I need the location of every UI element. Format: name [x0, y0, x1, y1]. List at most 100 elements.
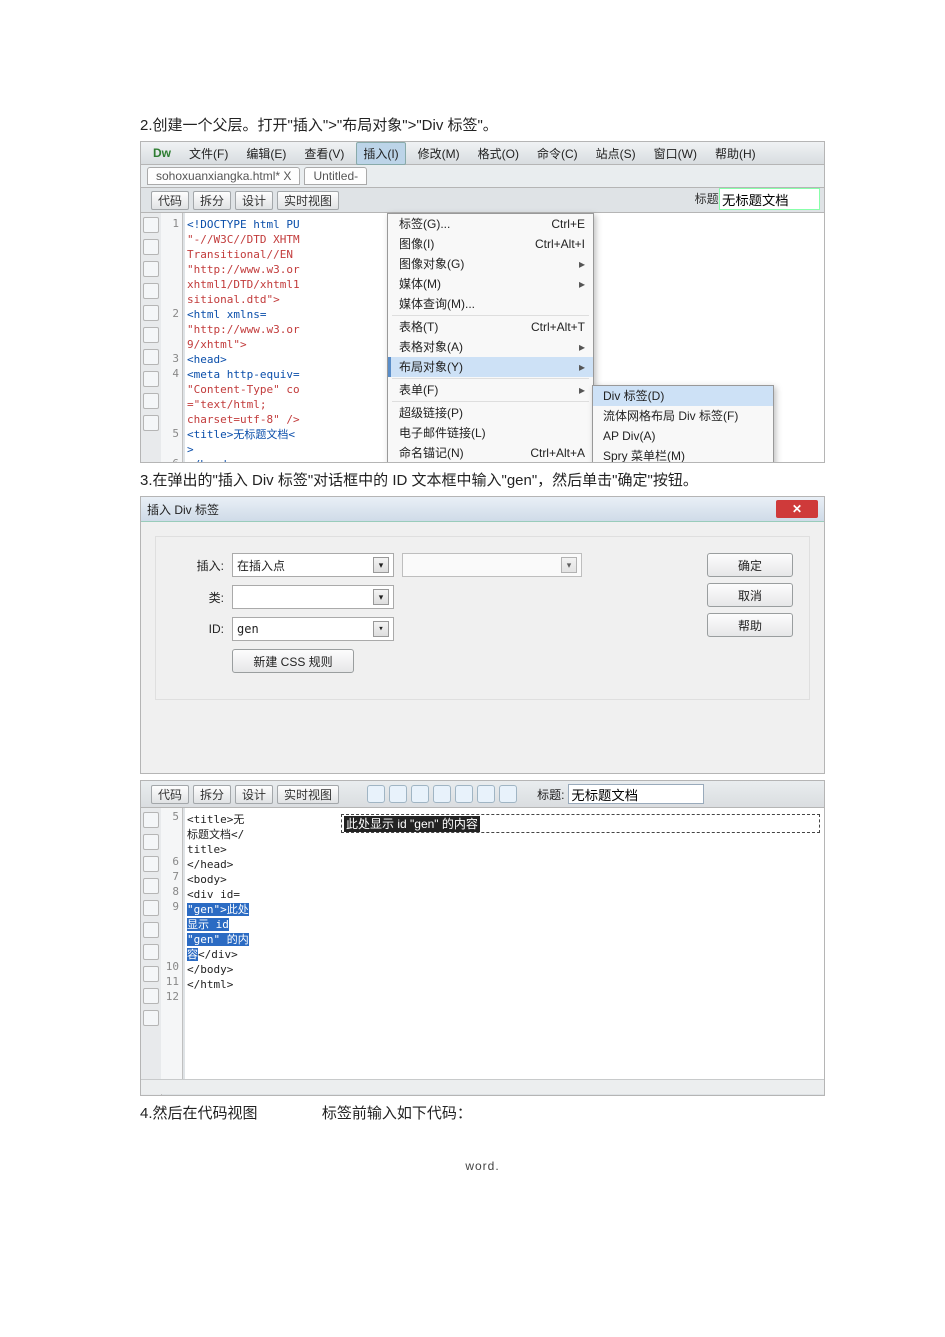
mi-media-query: 媒体查询(M)... [388, 294, 593, 314]
btn-ok[interactable]: 确定 [707, 553, 793, 577]
sm-ap-div[interactable]: AP Div(A) [593, 426, 773, 446]
menu-separator [392, 401, 589, 402]
btn-split-view[interactable]: 拆分 [193, 191, 231, 210]
combo-id[interactable]: gen ▾ [232, 617, 394, 641]
chevron-down-icon[interactable]: ▾ [373, 621, 389, 637]
close-button[interactable]: ✕ [776, 500, 818, 518]
btn-help[interactable]: 帮助 [707, 613, 793, 637]
btn-live-view[interactable]: 实时视图 [277, 785, 339, 804]
screenshot-split-view: 代码 拆分 设计 实时视图 标题: 56789101112 <title [140, 780, 825, 1096]
page-footer: word. [140, 1159, 825, 1173]
tool-icon[interactable] [143, 239, 159, 255]
combo-insert[interactable]: 在插入点 ▾ [232, 553, 394, 577]
tool-icon[interactable] [143, 415, 159, 431]
btn-live-view[interactable]: 实时视图 [277, 191, 339, 210]
app-menubar[interactable]: Dw 文件(F) 编辑(E) 查看(V) 插入(I) 修改(M) 格式(O) 命… [141, 142, 824, 165]
dialog-titlebar[interactable]: 插入 Div 标签 ✕ [141, 497, 824, 522]
sm-spry-menubar[interactable]: Spry 菜单栏(M) [593, 446, 773, 463]
preview-div-gen[interactable]: 此处显示 id "gen" 的内容 [341, 814, 820, 833]
tool-icon[interactable] [411, 785, 429, 803]
insert-menu-dropdown[interactable]: 标签(G)...Ctrl+E 图像(I)Ctrl+Alt+I 图像对象(G) 媒… [387, 213, 594, 463]
view-toolbar: 代码 拆分 设计 实时视图 标题: [141, 781, 824, 808]
tool-icon[interactable] [143, 1010, 159, 1026]
menu-view[interactable]: 查看(V) [298, 143, 350, 164]
design-preview[interactable]: 此处显示 id "gen" 的内容 [337, 808, 824, 1080]
chevron-down-icon[interactable]: ▾ [561, 557, 577, 573]
tool-icon[interactable] [143, 922, 159, 938]
screenshot-dreamweaver-menu: Dw 文件(F) 编辑(E) 查看(V) 插入(I) 修改(M) 格式(O) 命… [140, 141, 825, 463]
tool-icon[interactable] [143, 812, 159, 828]
chevron-down-icon[interactable]: ▾ [373, 557, 389, 573]
tool-icon[interactable] [477, 785, 495, 803]
btn-code-view[interactable]: 代码 [151, 191, 189, 210]
mi-tag: 标签(G)...Ctrl+E [388, 214, 593, 234]
label-class: 类: [180, 589, 224, 606]
menu-separator [392, 315, 589, 316]
document-tabs: sohoxuanxiangka.html* X Untitled- [141, 165, 824, 188]
close-icon[interactable]: X [283, 169, 291, 183]
menu-modify[interactable]: 修改(M) [412, 143, 466, 164]
sm-fluid-div[interactable]: 流体网格布局 Div 标签(F) [593, 406, 773, 426]
mi-hyperlink: 超级链接(P) [388, 403, 593, 423]
title-input[interactable] [719, 188, 820, 210]
combo-class[interactable]: ▾ [232, 585, 394, 609]
sm-div-tag[interactable]: Div 标签(D) [593, 386, 773, 406]
tool-icon[interactable] [143, 393, 159, 409]
tool-icon[interactable] [143, 966, 159, 982]
line-gutter: 123456 [161, 213, 183, 463]
menu-format[interactable]: 格式(O) [472, 143, 525, 164]
tool-icon[interactable] [143, 878, 159, 894]
mi-image-obj: 图像对象(G) [388, 254, 593, 274]
screenshot-insert-div-dialog: 插入 Div 标签 ✕ 插入: 在插入点 ▾ ▾ 类: [140, 496, 825, 774]
tool-icon[interactable] [143, 944, 159, 960]
btn-code-view[interactable]: 代码 [151, 785, 189, 804]
tool-icon[interactable] [143, 283, 159, 299]
title-label: 标题: [695, 190, 722, 207]
tab-file-a[interactable]: sohoxuanxiangka.html* X [147, 167, 300, 185]
title-input[interactable] [568, 784, 704, 804]
btn-split-view[interactable]: 拆分 [193, 785, 231, 804]
tool-icon[interactable] [143, 988, 159, 1004]
menu-help[interactable]: 帮助(H) [709, 143, 762, 164]
tool-icon[interactable] [367, 785, 385, 803]
tool-icon[interactable] [143, 856, 159, 872]
label-insert: 插入: [180, 557, 224, 574]
code-editor[interactable]: <title>无 标题文档</ title> </head> <body> <d… [185, 808, 338, 1088]
caption-step-4: 4.然后在代码视图 标签前输入如下代码： [140, 1102, 825, 1123]
code-tool-sidebar[interactable] [141, 213, 162, 463]
tool-icon[interactable] [143, 261, 159, 277]
btn-new-css-rule[interactable]: 新建 CSS 规则 [232, 649, 354, 673]
tool-icon[interactable] [143, 217, 159, 233]
dialog-title: 插入 Div 标签 [147, 501, 219, 518]
tool-icon[interactable] [143, 327, 159, 343]
tool-icon[interactable] [143, 900, 159, 916]
tool-icon[interactable] [143, 834, 159, 850]
chevron-down-icon[interactable]: ▾ [373, 589, 389, 605]
btn-design-view[interactable]: 设计 [235, 785, 273, 804]
menu-insert[interactable]: 插入(I) [356, 142, 405, 165]
mi-form: 表单(F) [388, 380, 593, 400]
combo-insert-2[interactable]: ▾ [402, 553, 582, 577]
layout-object-submenu[interactable]: Div 标签(D) 流体网格布局 Div 标签(F) AP Div(A) Spr… [592, 385, 774, 463]
tab-file-b[interactable]: Untitled- [304, 167, 367, 185]
mi-media: 媒体(M) [388, 274, 593, 294]
tool-icon[interactable] [433, 785, 451, 803]
refresh-icon[interactable] [499, 785, 517, 803]
btn-design-view[interactable]: 设计 [235, 191, 273, 210]
horizontal-scrollbar[interactable] [141, 1079, 824, 1094]
tool-icon[interactable] [143, 305, 159, 321]
btn-cancel[interactable]: 取消 [707, 583, 793, 607]
code-tool-sidebar[interactable] [141, 808, 162, 1096]
tool-icon[interactable] [389, 785, 407, 803]
line-gutter: 56789101112 [161, 808, 183, 1094]
caption-step-2: 2.创建一个父层。打开"插入">"布局对象">"Div 标签"。 [140, 114, 825, 135]
tool-icon[interactable] [455, 785, 473, 803]
menu-edit[interactable]: 编辑(E) [240, 143, 292, 164]
tool-icon[interactable] [143, 349, 159, 365]
menu-window[interactable]: 窗口(W) [648, 143, 703, 164]
menu-command[interactable]: 命令(C) [531, 143, 584, 164]
tool-icon[interactable] [143, 371, 159, 387]
menu-file[interactable]: 文件(F) [183, 143, 234, 164]
menu-site[interactable]: 站点(S) [590, 143, 642, 164]
mi-layout-obj[interactable]: 布局对象(Y) [388, 357, 593, 377]
